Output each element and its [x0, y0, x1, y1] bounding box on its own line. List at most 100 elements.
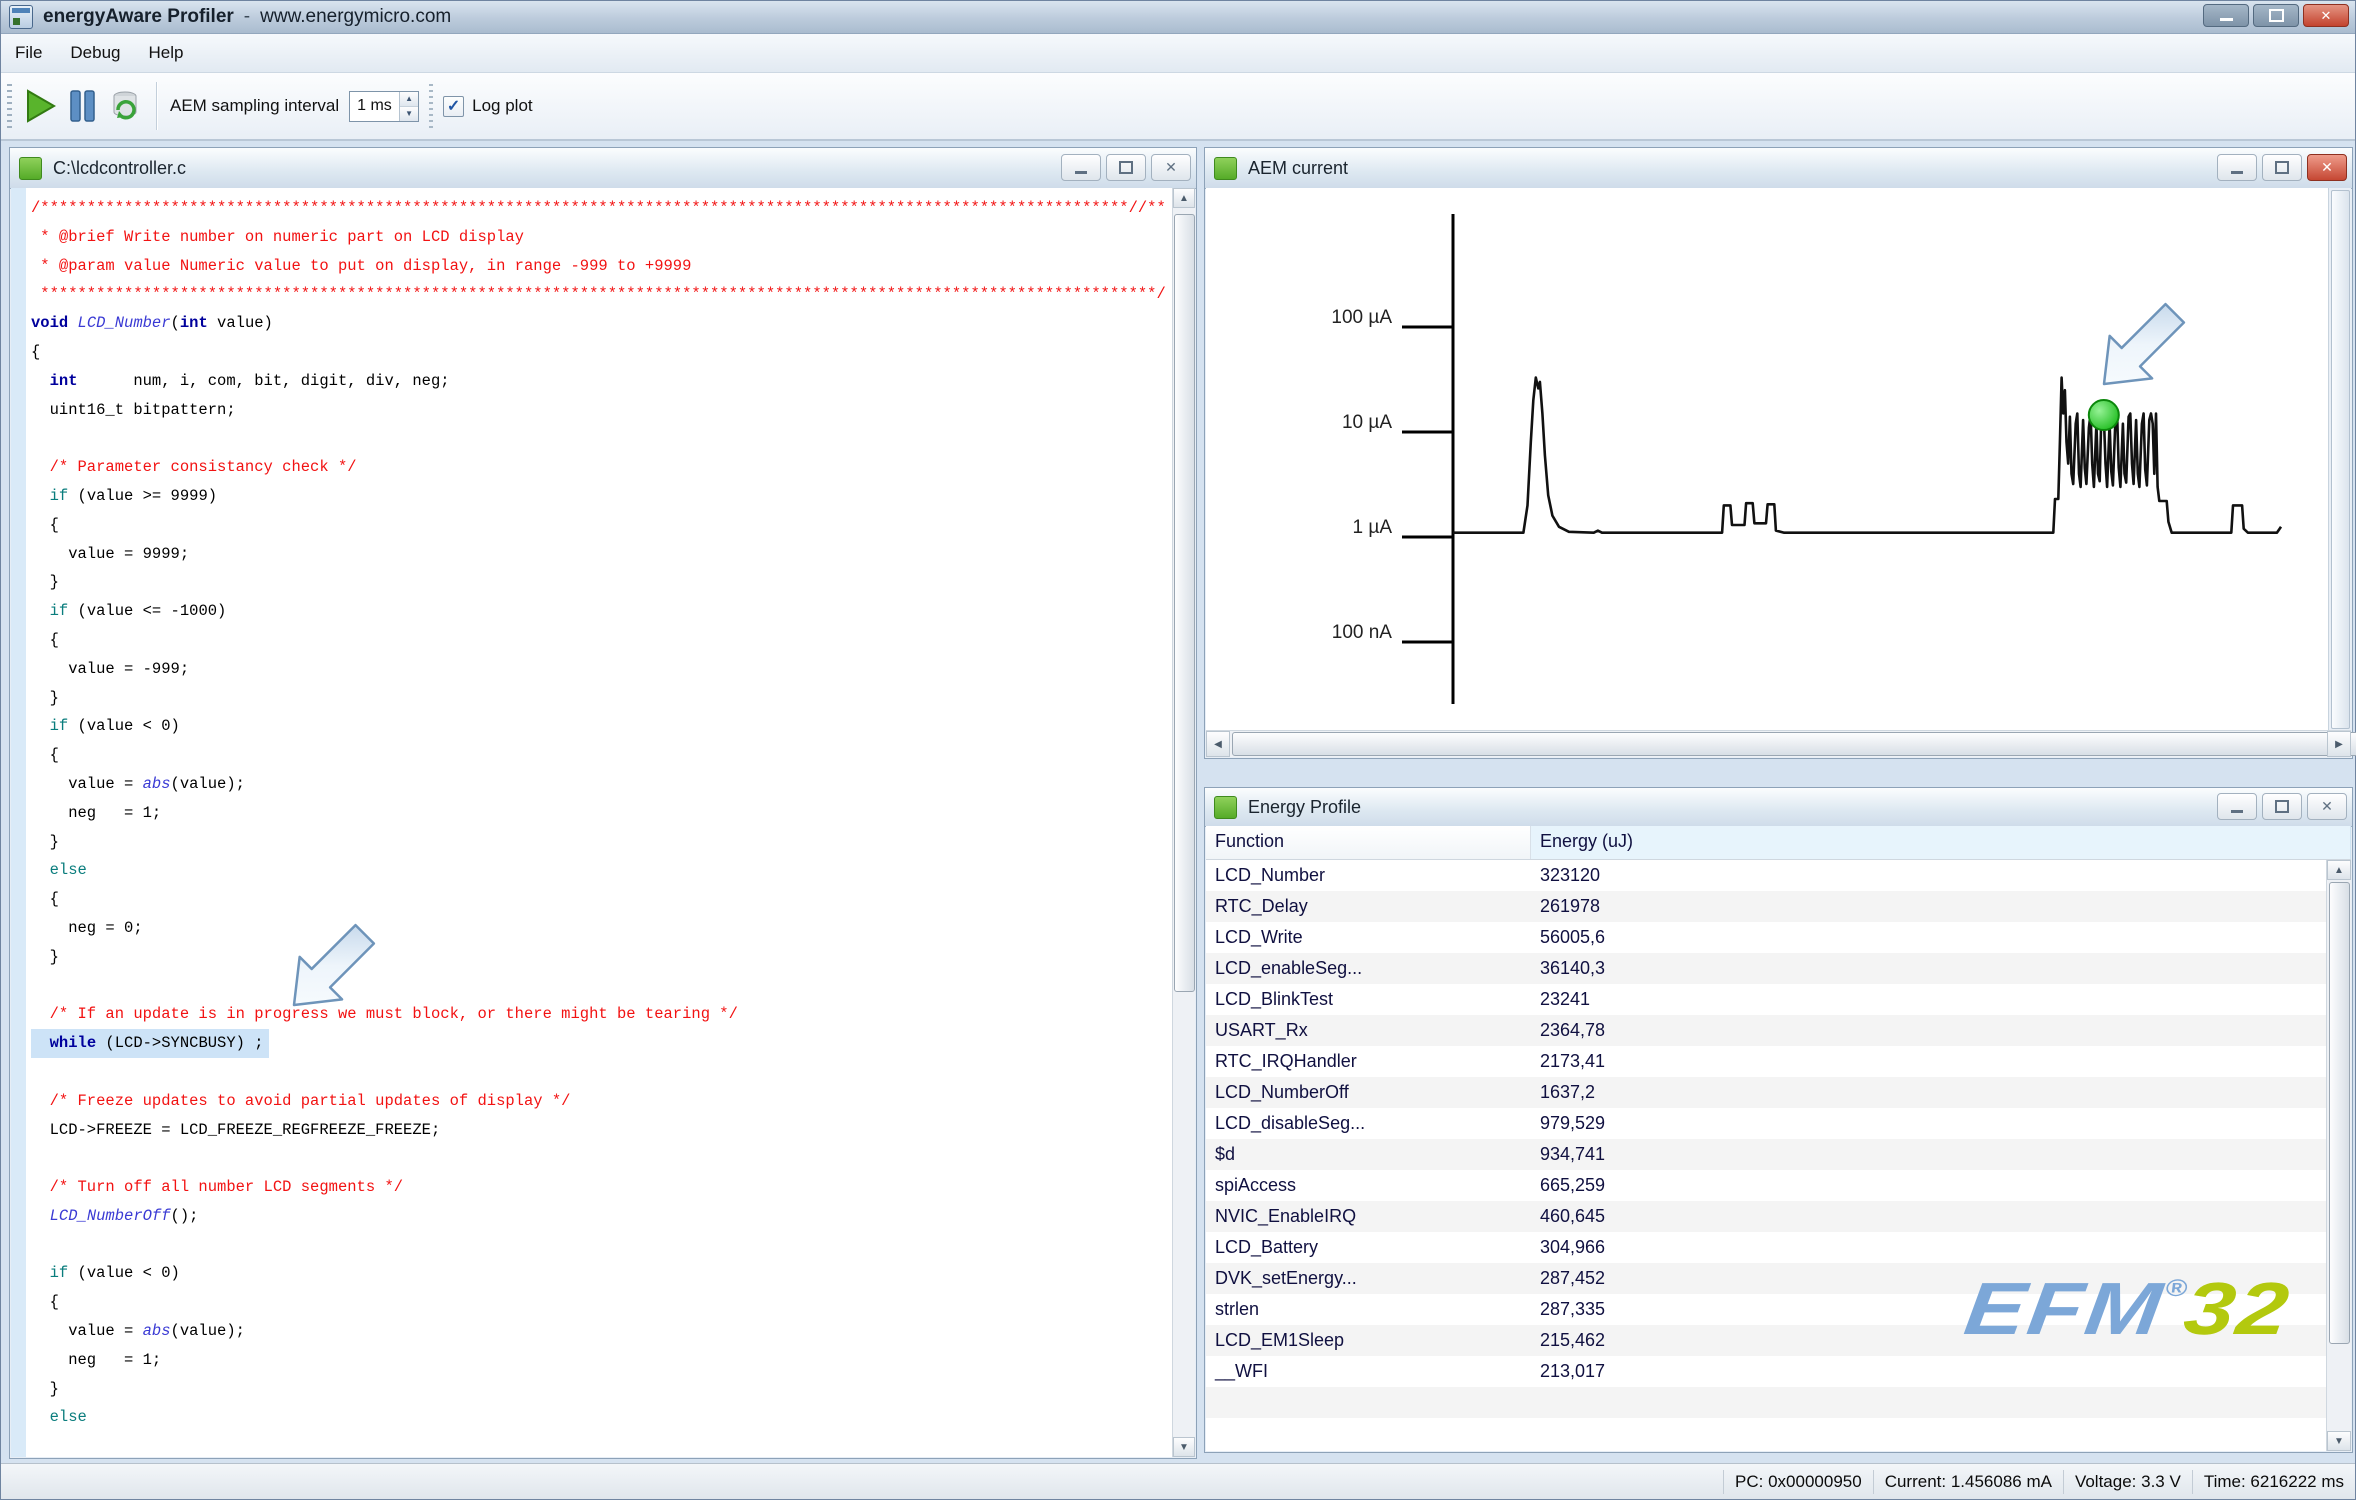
log-plot-checkbox[interactable]: ✓: [443, 96, 464, 117]
code-line: if (value <= -1000): [31, 597, 1169, 626]
aem-vertical-scrollbar[interactable]: [2328, 188, 2351, 731]
code-line: {: [31, 626, 1169, 655]
restore-icon: [2275, 800, 2289, 813]
scroll-down-icon[interactable]: ▼: [2327, 1431, 2351, 1451]
table-header: Function Energy (uJ): [1206, 826, 2351, 860]
minimize-icon: [2220, 18, 2233, 21]
scroll-left-icon[interactable]: ◀: [1206, 731, 1230, 757]
pause-button[interactable]: [62, 83, 104, 129]
aem-minimize-button[interactable]: [2217, 154, 2257, 181]
menu-file[interactable]: File: [1, 34, 56, 72]
toolbar-grip[interactable]: [7, 84, 12, 128]
minimize-button[interactable]: [2203, 4, 2249, 27]
aem-horizontal-scrollbar[interactable]: ◀ ▶: [1206, 730, 2351, 757]
table-row[interactable]: $d934,741: [1206, 1139, 2327, 1170]
titlebar[interactable]: energyAware Profiler-www.energymicro.com…: [1, 1, 2355, 34]
code-line: if (value < 0): [31, 712, 1169, 741]
code-line: {: [31, 1288, 1169, 1317]
scroll-up-icon[interactable]: ▲: [2327, 860, 2351, 880]
aem-chart-area[interactable]: 100 µA10 µA1 µA100 nA: [1206, 188, 2351, 731]
restore-icon: [1119, 161, 1133, 174]
reset-button[interactable]: [104, 83, 146, 129]
aem-current-panel: AEM current ✕ 100 µA10 µA1 µA100 nA: [1204, 147, 2353, 759]
status-voltage: Voltage: 3.3 V: [2063, 1470, 2192, 1494]
code-line: uint16_t bitpattern;: [31, 396, 1169, 425]
toolbar-separator2: [429, 84, 433, 128]
code-line: neg = 1;: [31, 1346, 1169, 1375]
table-row[interactable]: spiAccess665,259: [1206, 1170, 2327, 1201]
table-row[interactable]: __WFI213,017: [1206, 1356, 2327, 1387]
svg-text:100 µA: 100 µA: [1331, 307, 1392, 328]
code-vertical-scrollbar[interactable]: ▲ ▼: [1172, 188, 1195, 1457]
table-row[interactable]: LCD_disableSeg...979,529: [1206, 1108, 2327, 1139]
code-line: else: [31, 1403, 1169, 1432]
scroll-right-icon[interactable]: ▶: [2327, 731, 2351, 757]
table-row[interactable]: LCD_enableSeg...36140,3: [1206, 953, 2327, 984]
code-editor[interactable]: /***************************************…: [11, 188, 1195, 1457]
table-row[interactable]: NVIC_EnableIRQ460,645: [1206, 1201, 2327, 1232]
efm32-logo: EFM®32: [1960, 1266, 2296, 1351]
table-row[interactable]: RTC_IRQHandler2173,41: [1206, 1046, 2327, 1077]
code-line: [31, 1231, 1169, 1260]
close-button[interactable]: ✕: [2303, 4, 2349, 27]
file-icon: [19, 157, 42, 180]
statusbar: PC: 0x00000950 Current: 1.456086 mA Volt…: [1, 1463, 2355, 1499]
code-line: value = 9999;: [31, 540, 1169, 569]
maximize-icon: [2269, 9, 2284, 22]
menu-debug[interactable]: Debug: [56, 34, 134, 72]
chart-icon: [1214, 157, 1237, 180]
toolbar-separator: [156, 82, 158, 130]
status-time: Time: 6216222 ms: [2192, 1470, 2355, 1494]
table-row[interactable]: LCD_Number323120: [1206, 860, 2327, 891]
scroll-up-icon[interactable]: ▲: [1173, 188, 1195, 208]
code-line: if (value >= 9999): [31, 482, 1169, 511]
minimize-icon: [1075, 171, 1087, 174]
energy-minimize-button[interactable]: [2217, 793, 2257, 820]
code-scroll-thumb[interactable]: [1174, 214, 1195, 992]
table-row[interactable]: LCD_BlinkTest23241: [1206, 984, 2327, 1015]
code-line: /* If an update is in progress we must b…: [31, 1000, 1169, 1029]
spinner-up-icon[interactable]: ▲: [400, 92, 418, 107]
play-icon: [24, 88, 58, 124]
scroll-down-icon[interactable]: ▼: [1173, 1437, 1195, 1457]
code-restore-button[interactable]: [1106, 154, 1146, 181]
table-row[interactable]: LCD_NumberOff1637,2: [1206, 1077, 2327, 1108]
energy-close-button[interactable]: ✕: [2307, 793, 2347, 820]
sampling-interval-input[interactable]: 1 ms ▲ ▼: [349, 91, 419, 122]
play-button[interactable]: [20, 83, 62, 129]
code-line: if (value < 0): [31, 1259, 1169, 1288]
svg-text:10 µA: 10 µA: [1342, 412, 1392, 433]
close-icon: ✕: [2321, 798, 2333, 815]
code-close-button[interactable]: ✕: [1151, 154, 1191, 181]
energy-scroll-thumb[interactable]: [2329, 882, 2350, 1344]
table-row[interactable]: RTC_Delay261978: [1206, 891, 2327, 922]
code-line: * @param value Numeric value to put on d…: [31, 252, 1169, 281]
table-row[interactable]: USART_Rx2364,78: [1206, 1015, 2327, 1046]
aem-hscroll-thumb[interactable]: [1232, 732, 2356, 756]
energy-panel-titlebar[interactable]: Energy Profile ✕: [1205, 788, 2352, 827]
code-line: [31, 972, 1169, 1001]
aem-panel-titlebar[interactable]: AEM current ✕: [1205, 148, 2352, 189]
aem-vscroll-thumb[interactable]: [2331, 190, 2350, 729]
restore-icon: [2275, 161, 2289, 174]
energy-restore-button[interactable]: [2262, 793, 2302, 820]
code-gutter: [11, 188, 26, 1457]
code-line: LCD_NumberOff();: [31, 1202, 1169, 1231]
table-row[interactable]: LCD_Battery304,966: [1206, 1232, 2327, 1263]
column-header-function[interactable]: Function: [1206, 826, 1531, 859]
code-minimize-button[interactable]: [1061, 154, 1101, 181]
svg-text:1 µA: 1 µA: [1353, 517, 1393, 538]
menu-help[interactable]: Help: [135, 34, 198, 72]
maximize-button[interactable]: [2253, 4, 2299, 27]
sampling-interval-value[interactable]: 1 ms: [350, 92, 399, 121]
spinner-down-icon[interactable]: ▼: [400, 107, 418, 121]
column-header-energy[interactable]: Energy (uJ): [1531, 826, 2351, 859]
code-line: while (LCD->SYNCBUSY) ;: [31, 1029, 1169, 1058]
aem-close-button[interactable]: ✕: [2307, 154, 2347, 181]
table-row[interactable]: LCD_Write56005,6: [1206, 922, 2327, 953]
code-panel-titlebar[interactable]: C:\lcdcontroller.c ✕: [10, 148, 1196, 189]
energy-vertical-scrollbar[interactable]: ▲ ▼: [2326, 860, 2351, 1451]
energy-panel-title: Energy Profile: [1248, 797, 1361, 818]
current-waveform: [1453, 378, 2281, 533]
aem-restore-button[interactable]: [2262, 154, 2302, 181]
